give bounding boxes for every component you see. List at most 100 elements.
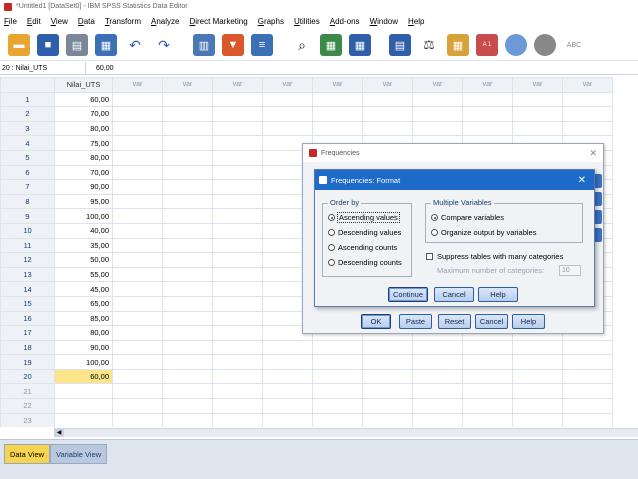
split-file-icon[interactable]: ▤: [389, 34, 411, 56]
empty-cell[interactable]: [162, 281, 213, 297]
spelling-icon[interactable]: ABC: [563, 34, 585, 56]
data-cell[interactable]: 40,00: [54, 222, 113, 239]
empty-cell[interactable]: [212, 412, 263, 427]
menu-add-ons[interactable]: Add-ons: [330, 17, 360, 26]
cell-value-input[interactable]: 60,00: [86, 65, 114, 72]
radio-icon[interactable]: [328, 229, 335, 236]
row-header[interactable]: 9: [0, 208, 55, 224]
data-cell[interactable]: [54, 398, 113, 414]
row-header[interactable]: 11: [0, 237, 55, 254]
column-header-var[interactable]: var: [112, 77, 163, 93]
empty-cell[interactable]: [262, 339, 313, 356]
empty-cell[interactable]: [112, 237, 163, 254]
radio-organize-output[interactable]: Organize output by variables: [431, 228, 536, 237]
empty-cell[interactable]: [162, 266, 213, 283]
empty-cell[interactable]: [212, 383, 263, 400]
close-icon[interactable]: ✕: [589, 148, 597, 159]
empty-cell[interactable]: [312, 383, 363, 400]
empty-cell[interactable]: [212, 398, 263, 414]
row-header[interactable]: 14: [0, 281, 55, 297]
empty-cell[interactable]: [212, 179, 263, 195]
grid-corner[interactable]: [0, 77, 55, 93]
row-header[interactable]: 6: [0, 164, 55, 181]
row-header[interactable]: 13: [0, 266, 55, 283]
empty-cell[interactable]: [362, 354, 413, 370]
empty-cell[interactable]: [262, 120, 313, 137]
row-header[interactable]: 19: [0, 354, 55, 370]
tab-variable-view[interactable]: Variable View: [50, 444, 108, 464]
empty-cell[interactable]: [462, 354, 513, 370]
empty-cell[interactable]: [162, 354, 213, 370]
empty-cell[interactable]: [112, 120, 163, 137]
empty-cell[interactable]: [162, 222, 213, 239]
empty-cell[interactable]: [112, 412, 163, 427]
menu-help[interactable]: Help: [408, 17, 424, 26]
empty-cell[interactable]: [462, 398, 513, 414]
empty-cell[interactable]: [212, 106, 263, 122]
empty-cell[interactable]: [112, 106, 163, 122]
menu-data[interactable]: Data: [78, 17, 95, 26]
empty-cell[interactable]: [212, 222, 263, 239]
empty-cell[interactable]: [212, 164, 263, 181]
empty-cell[interactable]: [112, 383, 163, 400]
tab-data-view[interactable]: Data View: [4, 444, 51, 464]
data-cell[interactable]: 100,00: [54, 208, 113, 224]
empty-cell[interactable]: [412, 398, 463, 414]
empty-cell[interactable]: [212, 325, 263, 341]
empty-cell[interactable]: [162, 339, 213, 356]
empty-cell[interactable]: [112, 91, 163, 108]
empty-cell[interactable]: [112, 368, 163, 385]
empty-cell[interactable]: [362, 383, 413, 400]
menu-window[interactable]: Window: [370, 17, 398, 26]
empty-cell[interactable]: [512, 383, 563, 400]
radio-selected-icon[interactable]: [431, 214, 438, 221]
empty-cell[interactable]: [162, 208, 213, 224]
empty-cell[interactable]: [412, 106, 463, 122]
empty-cell[interactable]: [212, 237, 263, 254]
goto-variable-icon[interactable]: ▼: [222, 34, 244, 56]
row-header[interactable]: 12: [0, 252, 55, 268]
empty-cell[interactable]: [262, 368, 313, 385]
empty-cell[interactable]: [262, 91, 313, 108]
column-header-var[interactable]: var: [512, 77, 563, 93]
row-header[interactable]: 4: [0, 135, 55, 151]
empty-cell[interactable]: [562, 106, 613, 122]
ok-button[interactable]: OK: [361, 314, 391, 329]
empty-cell[interactable]: [162, 193, 213, 210]
empty-cell[interactable]: [562, 398, 613, 414]
empty-cell[interactable]: [412, 383, 463, 400]
empty-cell[interactable]: [362, 120, 413, 137]
menu-file[interactable]: File: [4, 17, 17, 26]
radio-ascending-counts[interactable]: Ascending counts: [328, 243, 397, 252]
radio-icon[interactable]: [431, 229, 438, 236]
data-cell[interactable]: 70,00: [54, 106, 113, 122]
find-icon[interactable]: ⌕: [291, 34, 313, 56]
data-cell[interactable]: 50,00: [54, 252, 113, 268]
close-icon[interactable]: ✕: [578, 175, 586, 186]
empty-cell[interactable]: [112, 266, 163, 283]
row-header[interactable]: 17: [0, 325, 55, 341]
empty-cell[interactable]: [462, 106, 513, 122]
goto-case-icon[interactable]: ▥: [193, 34, 215, 56]
continue-button[interactable]: Continue: [388, 287, 428, 302]
empty-cell[interactable]: [262, 383, 313, 400]
empty-cell[interactable]: [312, 412, 363, 427]
format-button[interactable]: [594, 210, 602, 224]
empty-cell[interactable]: [162, 252, 213, 268]
empty-cell[interactable]: [512, 412, 563, 427]
empty-cell[interactable]: [562, 354, 613, 370]
empty-cell[interactable]: [512, 120, 563, 137]
row-header[interactable]: 23: [0, 412, 55, 427]
empty-cell[interactable]: [412, 91, 463, 108]
help-button[interactable]: Help: [478, 287, 518, 302]
horizontal-scrollbar[interactable]: ◀: [54, 428, 638, 437]
variables-icon[interactable]: ≡: [251, 34, 273, 56]
empty-cell[interactable]: [262, 106, 313, 122]
data-cell[interactable]: 70,00: [54, 164, 113, 181]
column-header-var[interactable]: var: [362, 77, 413, 93]
radio-selected-icon[interactable]: [328, 214, 335, 221]
data-cell[interactable]: 45,00: [54, 281, 113, 297]
column-header-var[interactable]: var: [262, 77, 313, 93]
empty-cell[interactable]: [212, 266, 263, 283]
data-cell[interactable]: 55,00: [54, 266, 113, 283]
